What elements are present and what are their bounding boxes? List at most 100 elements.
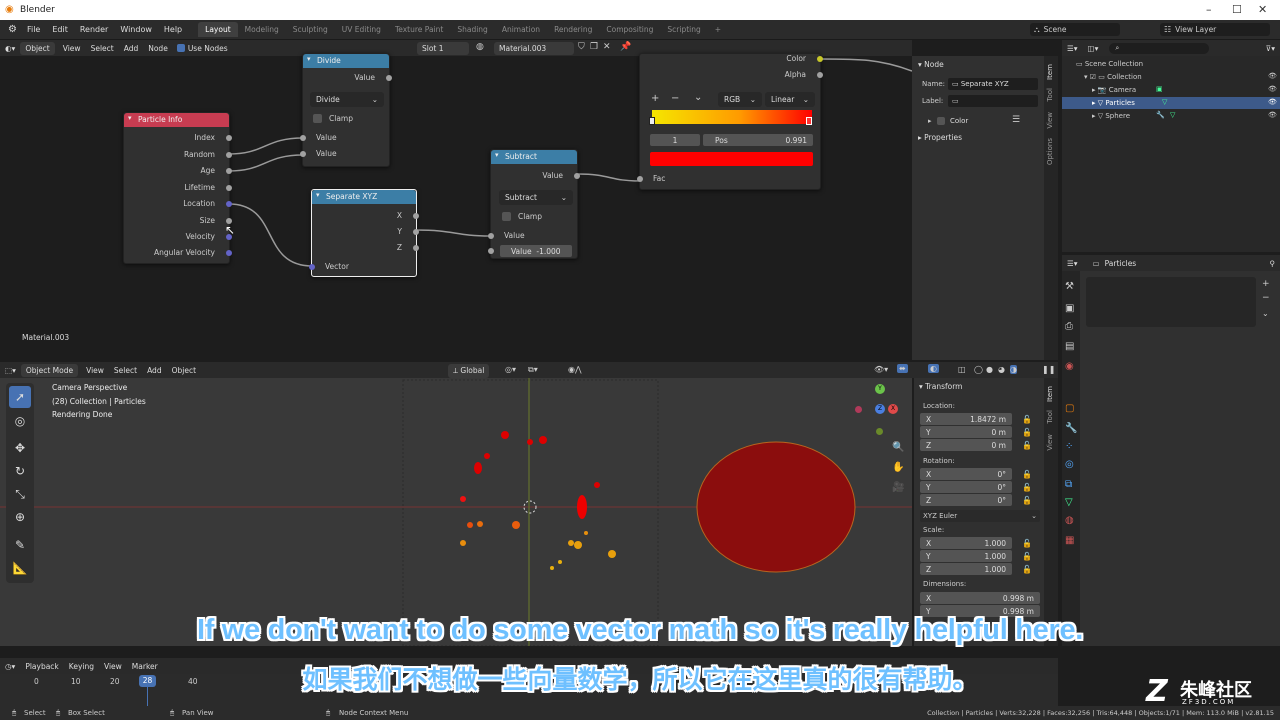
slot-dropdown[interactable]: Slot 1 (417, 42, 469, 55)
rotate-tool-icon[interactable]: ↻ (9, 460, 31, 482)
divide-input-socket-1[interactable] (300, 135, 306, 141)
location-x-field[interactable]: X 1.8472 m (920, 413, 1012, 425)
menu-edit[interactable]: Edit (46, 25, 74, 34)
lock-icon[interactable]: 🔓 (1022, 552, 1032, 561)
sidebar-tab-tool[interactable]: Tool (1046, 88, 1054, 102)
viewport-editor-icon[interactable]: ⬚▾ (0, 366, 21, 375)
gizmo-y-axis[interactable]: Y (875, 384, 885, 394)
separate-socket-y[interactable] (413, 229, 419, 235)
divide-output-socket[interactable] (386, 75, 392, 81)
tool-icon[interactable]: ⚒ (1065, 281, 1074, 292)
node-section-header[interactable]: ▾ Node (918, 60, 944, 69)
particle-system-list[interactable] (1086, 277, 1256, 327)
render-icon[interactable]: ▣ (1065, 303, 1074, 314)
wireframe-shading-icon[interactable]: ◯ (974, 365, 983, 374)
output-icon[interactable]: ⎙ (1065, 321, 1073, 332)
color-expand-icon[interactable]: ▸ (928, 117, 932, 125)
divide-operation-dropdown[interactable]: Divide ⌄ (310, 92, 384, 107)
editor-type-icon[interactable]: ◐▾ (0, 44, 20, 53)
properties-section-header[interactable]: ▸ Properties (918, 133, 962, 142)
texture-icon[interactable]: ▦ (1065, 535, 1074, 546)
socket-random[interactable] (226, 152, 232, 158)
solid-shading-icon[interactable]: ● (986, 365, 993, 374)
stop-index-field[interactable]: 1 (650, 134, 700, 146)
socket-index[interactable] (226, 135, 232, 141)
pan-hand-icon[interactable]: ✋ (892, 462, 904, 473)
object-icon[interactable]: ▢ (1065, 403, 1074, 414)
pause-render-icon[interactable]: ❚❚ (1042, 365, 1055, 374)
subtract-header[interactable]: Subtract (491, 150, 577, 164)
ramp-color-socket[interactable] (817, 56, 823, 62)
tab-sculpting[interactable]: Sculpting (286, 22, 335, 37)
pivot-icon[interactable]: ◎▾ (505, 365, 516, 374)
lock-icon[interactable]: 🔓 (1022, 470, 1032, 479)
lock-icon[interactable]: 🔓 (1022, 428, 1032, 437)
tab-modeling[interactable]: Modeling (238, 22, 286, 37)
node-menu-select[interactable]: Select (86, 44, 119, 53)
eye-icon[interactable]: 👁 (1268, 85, 1277, 93)
data-icon[interactable]: ▽ (1065, 497, 1073, 508)
view-layer-selector[interactable]: ☷ View Layer (1160, 23, 1270, 36)
socket-lifetime[interactable] (226, 185, 232, 191)
sidebar-tab-item[interactable]: Item (1046, 64, 1054, 80)
tab-shading[interactable]: Shading (450, 22, 494, 37)
list-icon[interactable]: ☰ (1012, 115, 1020, 125)
material-icon[interactable]: ◍ (1065, 515, 1074, 526)
sidebar-tab-view[interactable]: View (1046, 112, 1054, 129)
gizmo-x-axis[interactable]: X (888, 404, 898, 414)
lock-icon[interactable]: 🔓 (1022, 441, 1032, 450)
ramp-stop-1[interactable] (806, 117, 812, 125)
stop-pos-field[interactable]: Pos 0.991 (703, 134, 813, 146)
gizmo-neg-y[interactable] (876, 428, 883, 435)
viewport-menu-view[interactable]: View (81, 366, 109, 375)
ramp-alpha-socket[interactable] (817, 72, 823, 78)
modifier-icon[interactable]: 🔧 (1065, 423, 1077, 434)
tab-animation[interactable]: Animation (495, 22, 547, 37)
visibility-icon[interactable]: 👁▾ (874, 365, 888, 374)
gizmo-toggle-icon[interactable]: ⬌ (897, 364, 908, 373)
annotate-tool-icon[interactable]: ✎ (9, 534, 31, 556)
outliner-search-input[interactable]: ⌕ (1109, 42, 1210, 54)
rotation-x-field[interactable]: X 0° (920, 468, 1012, 480)
menu-help[interactable]: Help (158, 25, 188, 34)
tab-layout[interactable]: Layout (198, 22, 238, 37)
xray-icon[interactable]: ◫ (958, 365, 966, 374)
ramp-interp-dropdown[interactable]: Linear ⌄ (765, 92, 815, 107)
scale-y-field[interactable]: Y 1.000 (920, 550, 1012, 562)
transform-tool-icon[interactable]: ⊕ (9, 506, 31, 528)
add-workspace-button[interactable]: + (708, 22, 728, 37)
transform-orientation-dropdown[interactable]: ⟂ Global (448, 364, 490, 378)
outliner-row-camera[interactable]: ▸ 📷 Camera ▣ 👁 (1062, 84, 1280, 96)
node-menu-view[interactable]: View (58, 44, 86, 53)
snap-icon[interactable]: ⧉▾ (528, 365, 538, 375)
separate-socket-x[interactable] (413, 213, 419, 219)
pin-icon[interactable]: 📌 (620, 42, 631, 52)
ramp-stop-0[interactable] (649, 117, 655, 125)
transform-header[interactable]: ▾ Transform (919, 382, 962, 391)
ramp-fac-socket[interactable] (637, 176, 643, 182)
separate-xyz-node[interactable]: Separate XYZ X Y Z Vector (309, 189, 419, 277)
pin-icon[interactable]: ⚲ (1265, 259, 1280, 268)
ramp-mode-dropdown[interactable]: RGB ⌄ (718, 92, 762, 107)
subtract-input-socket-1[interactable] (488, 233, 494, 239)
node-label-field[interactable]: ▭ (948, 95, 1038, 107)
subtract-input-socket-2[interactable] (488, 248, 494, 254)
stop-color-swatch[interactable] (650, 152, 813, 166)
socket-angular-velocity[interactable] (226, 250, 232, 256)
lock-icon[interactable]: 🔓 (1022, 415, 1032, 424)
scene-icon[interactable]: ◉ (1065, 361, 1074, 372)
measure-tool-icon[interactable]: 📐 (9, 557, 31, 579)
outliner-row-particles[interactable]: ▸ ▽ Particles ▽ 👁 (1062, 97, 1280, 109)
close-icon[interactable]: ✕ (1258, 3, 1267, 16)
scale-x-field[interactable]: X 1.000 (920, 537, 1012, 549)
tab-rendering[interactable]: Rendering (547, 22, 599, 37)
ramp-options-chevron-icon[interactable]: ⌄ (694, 92, 702, 103)
color-ramp-node[interactable]: Color Alpha + − ⌄ RGB ⌄ Linear ⌄ 1 Pos 0.99… (637, 53, 823, 190)
separate-socket-z[interactable] (413, 245, 419, 251)
menu-render[interactable]: Render (74, 25, 114, 34)
select-box-tool-icon[interactable]: ➚ (9, 386, 31, 408)
divide-node[interactable]: Divide Value Divide ⌄ Clamp Value Value (300, 53, 392, 167)
duplicate-material-icon[interactable]: ❐ (590, 42, 598, 52)
viewport-menu-object[interactable]: Object (167, 366, 201, 375)
divide-header[interactable]: Divide (303, 54, 389, 68)
